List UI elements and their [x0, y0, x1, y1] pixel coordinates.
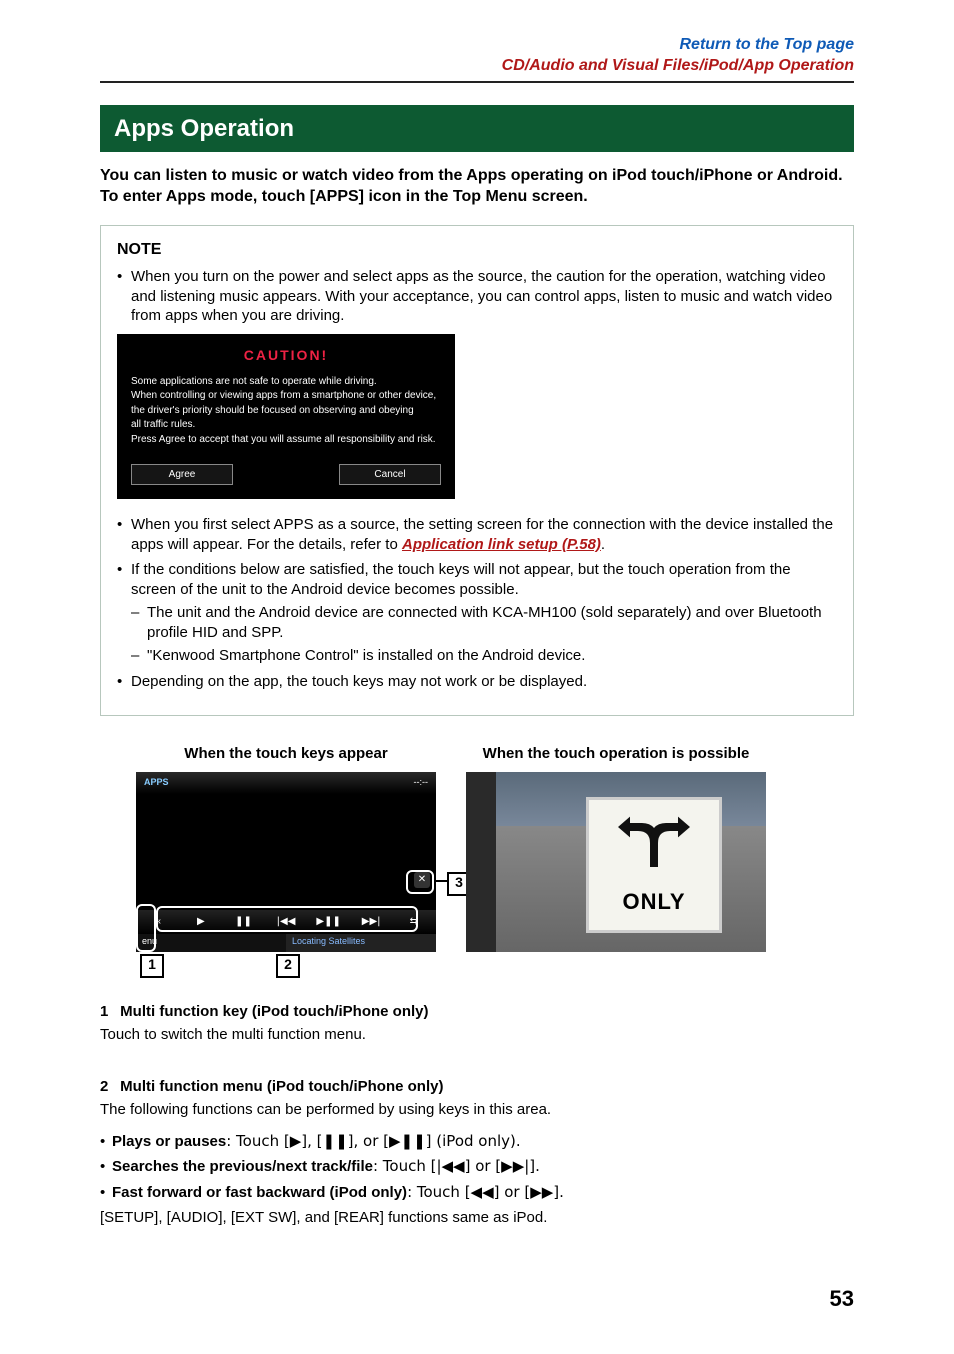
clock-placeholder: --:-- — [414, 777, 429, 789]
cancel-button[interactable]: Cancel — [339, 464, 441, 485]
function-list: Plays or pauses: Touch [▶], [❚❚], or [▶❚… — [100, 1132, 854, 1203]
header-rule — [100, 81, 854, 83]
note-item-1: When you turn on the power and select ap… — [117, 267, 837, 326]
function-search-track: Searches the previous/next track/file: T… — [100, 1157, 854, 1177]
multi-function-key[interactable]: ⇆ — [395, 915, 432, 928]
top-page-link[interactable]: Return to the Top page — [679, 36, 854, 53]
play-button[interactable]: ▶ — [183, 915, 220, 928]
next-track-button[interactable]: ▶▶| — [353, 915, 390, 928]
note-box: NOTE When you turn on the power and sele… — [100, 225, 854, 716]
figure-right-caption: When the touch operation is possible — [466, 744, 766, 764]
function-other: [SETUP], [AUDIO], [EXT SW], and [REAR] f… — [100, 1208, 854, 1228]
sign-text: ONLY — [622, 888, 685, 917]
multi-function-menu[interactable]: « ▶ ❚❚ |◀◀ ▶❚❚ ▶▶| ⇆ — [136, 910, 436, 934]
navigation-photo: ONLY — [466, 772, 766, 952]
figure-touch-keys: When the touch keys appear APPS --:-- ✕ … — [136, 744, 436, 952]
road-sign: ONLY — [586, 797, 722, 933]
arrow-icon — [614, 813, 694, 880]
note-item-3-sub2: "Kenwood Smartphone Control" is installe… — [131, 646, 837, 666]
status-gps: Locating Satellites — [286, 934, 436, 952]
note-item-4: Depending on the app, the touch keys may… — [117, 672, 837, 692]
close-icon[interactable]: ✕ — [414, 872, 430, 888]
section-breadcrumb: CD/Audio and Visual Files/iPod/App Opera… — [502, 57, 854, 74]
note-item-3-sub1: The unit and the Android device are conn… — [131, 603, 837, 642]
pause-button[interactable]: ❚❚ — [225, 915, 262, 928]
note-item-2: When you first select APPS as a source, … — [117, 515, 837, 554]
expand-icon[interactable]: « — [140, 915, 177, 928]
callout-2: 2 — [276, 954, 300, 978]
numbered-heading-2: 2 Multi function menu (iPod touch/iPhone… — [100, 1077, 854, 1097]
figure-left-caption: When the touch keys appear — [136, 744, 436, 764]
intro-text: You can listen to music or watch video f… — [100, 166, 854, 208]
caution-body: Some applications are not safe to operat… — [131, 376, 441, 447]
apps-screenshot: APPS --:-- ✕ « ▶ ❚❚ |◀◀ ▶❚❚ ▶▶| ⇆ — [136, 772, 436, 952]
play-pause-button[interactable]: ▶❚❚ — [310, 915, 347, 928]
callout-1: 1 — [140, 954, 164, 978]
page-number: 53 — [830, 1285, 854, 1314]
section-title-bar: Apps Operation — [100, 105, 854, 152]
note-item-3: If the conditions below are satisfied, t… — [117, 560, 837, 666]
caution-screenshot: CAUTION! Some applications are not safe … — [117, 334, 455, 500]
numbered-desc-2: The following functions can be performed… — [100, 1100, 854, 1120]
agree-button[interactable]: Agree — [131, 464, 233, 485]
header-links: Return to the Top page CD/Audio and Visu… — [100, 35, 854, 77]
numbered-desc-1: Touch to switch the multi function menu. — [100, 1025, 854, 1045]
function-play-pause: Plays or pauses: Touch [▶], [❚❚], or [▶❚… — [100, 1132, 854, 1152]
prev-track-button[interactable]: |◀◀ — [268, 915, 305, 928]
figure-touch-operation: When the touch operation is possible ONL… — [466, 744, 766, 952]
status-menu[interactable]: enu — [136, 934, 286, 952]
note-heading: NOTE — [117, 240, 837, 261]
function-fast-forward: Fast forward or fast backward (iPod only… — [100, 1183, 854, 1203]
numbered-heading-1: 1 Multi function key (iPod touch/iPhone … — [100, 1002, 854, 1022]
application-link-setup-link[interactable]: Application link setup (P.58) — [402, 536, 601, 553]
apps-source-label: APPS — [144, 777, 169, 789]
photo-sidebar — [466, 772, 496, 952]
caution-title: CAUTION! — [131, 346, 441, 364]
